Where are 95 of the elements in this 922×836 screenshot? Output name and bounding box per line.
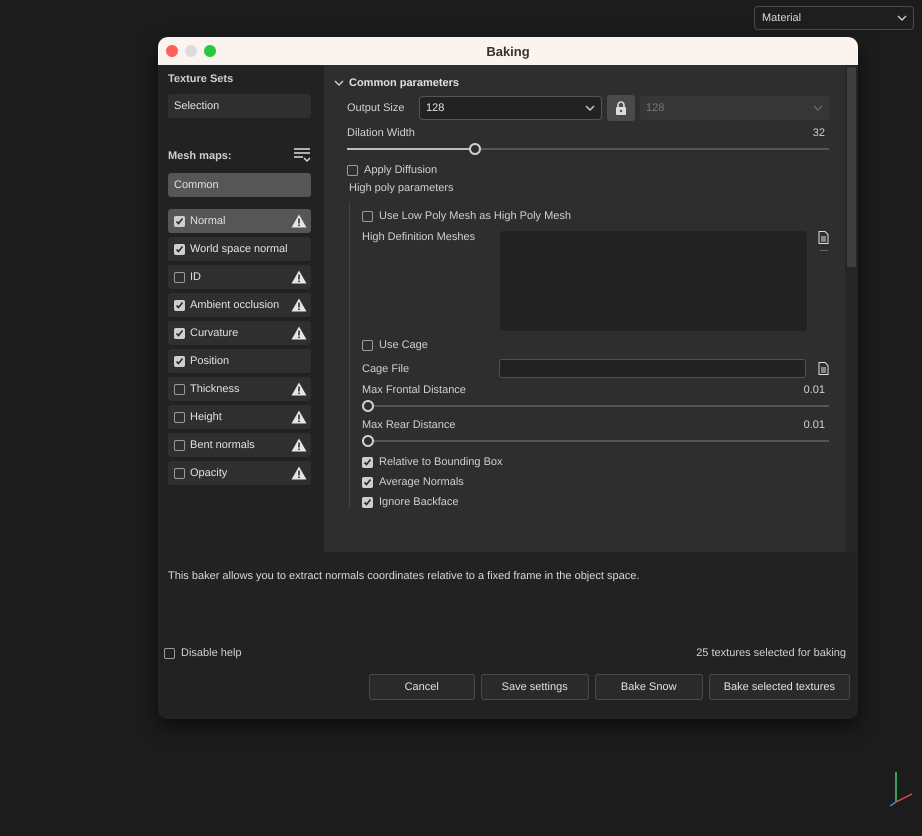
document-icon[interactable] [818,362,829,375]
checkbox[interactable] [174,412,185,422]
checkbox[interactable] [347,164,358,176]
warning-icon [291,298,307,312]
map-label: Ambient occlusion [190,299,280,311]
document-icon[interactable] [818,231,829,244]
checkbox[interactable] [174,384,185,394]
slider-value: 32 [812,127,825,139]
map-label: Bent normals [190,439,256,451]
checkbox[interactable] [362,340,373,350]
mesh-map-item[interactable]: Height [168,405,311,429]
status-text: 25 textures selected for baking [696,647,846,659]
checkbox[interactable] [174,356,185,366]
checkbox[interactable] [164,648,175,658]
group-heading: High poly parameters [349,182,455,194]
checkbox-label: Disable help [181,647,242,659]
slider-thumb[interactable] [362,400,374,412]
minus-icon[interactable] [820,250,828,252]
texture-set-item[interactable]: Selection [168,94,311,118]
checkbox-label: Ignore Backface [379,496,458,508]
checkbox-label: Use Cage [379,339,428,351]
dialog-button[interactable]: Bake selected textures [708,674,850,700]
mesh-map-item[interactable]: Thickness [168,377,311,401]
warning-icon [291,326,307,340]
dialog-button[interactable]: Cancel [368,674,475,700]
section-header[interactable]: Common parameters [334,75,829,91]
checkbox[interactable] [362,210,373,222]
map-label: Normal [190,215,226,227]
close-button[interactable] [166,45,178,57]
mesh-map-item[interactable]: World space normal [168,237,311,261]
warning-icon [291,382,307,396]
section-title: Mesh maps: [168,150,232,162]
checkbox-label: Average Normals [379,476,464,488]
warning-icon [291,438,307,452]
slider-value: 0.01 [804,419,825,431]
warning-icon [291,466,307,480]
mesh-map-item[interactable]: Ambient occlusion [168,293,311,317]
mesh-map-item[interactable]: Opacity [168,461,311,485]
scrollbar-thumb[interactable] [847,67,856,267]
slider-thumb[interactable] [469,143,482,155]
slider-value: 0.01 [804,384,825,396]
checkbox-label: Use Low Poly Mesh as High Poly Mesh [379,210,571,222]
mesh-map-item[interactable]: Curvature [168,321,311,345]
list-options-icon[interactable] [294,148,311,163]
chevron-down-icon [334,80,344,86]
section-title: Texture Sets [168,73,234,85]
field-label: Cage File [362,362,410,374]
chevron-down-icon [585,105,595,111]
mesh-map-item[interactable]: ID [168,265,311,289]
slider-track[interactable] [362,400,829,412]
dialog-button[interactable]: Bake Snow [594,674,703,700]
mesh-map-item[interactable]: Normal [168,209,311,233]
field-label: Output Size [347,102,406,114]
map-label: ID [190,271,202,283]
checkbox[interactable] [362,496,373,508]
checkbox-label: Apply Diffusion [364,164,438,176]
slider-label: Max Rear Distance [362,419,456,431]
map-label: Thickness [190,383,241,395]
mesh-map-item[interactable]: Bent normals [168,433,311,457]
map-label: Opacity [190,467,228,479]
checkbox[interactable] [174,272,185,282]
map-label: Position [190,355,230,367]
chevron-down-icon [897,15,907,21]
map-label: Curvature [190,327,240,339]
checkbox[interactable] [174,300,185,310]
slider-track[interactable] [362,435,829,447]
checkbox[interactable] [174,440,185,450]
slider-label: Max Frontal Distance [362,384,466,396]
slider-thumb[interactable] [362,435,374,447]
map-label: World space normal [190,243,289,255]
warning-icon [291,214,307,228]
mesh-group-item[interactable]: Common [168,173,311,197]
checkbox[interactable] [174,216,185,226]
chevron-down-icon [813,105,823,111]
map-label: Height [190,411,223,423]
warning-icon [291,410,307,424]
field-label: High Definition Meshes [362,231,476,243]
window-title: Baking [486,44,530,58]
checkbox[interactable] [362,456,373,468]
checkbox[interactable] [174,468,185,478]
mesh-map-item[interactable]: Position [168,349,311,373]
checkbox[interactable] [362,476,373,488]
checkbox[interactable] [174,244,185,254]
slider-track[interactable] [347,143,829,155]
material-dropdown[interactable]: Material [754,6,914,30]
file-path-field[interactable] [499,359,806,378]
dialog-button[interactable]: Save settings [480,674,589,700]
warning-icon [291,270,307,284]
checkbox[interactable] [174,328,185,338]
size-dropdown[interactable]: 128 [419,96,602,120]
slider-label: Dilation Width [347,127,415,139]
help-text: This baker allows you to extract normals coordinates relative to a fixed frame in the object space. [168,570,640,582]
checkbox-label: Relative to Bounding Box [379,456,503,468]
lock-icon [615,101,627,115]
lock-button[interactable] [607,95,635,121]
